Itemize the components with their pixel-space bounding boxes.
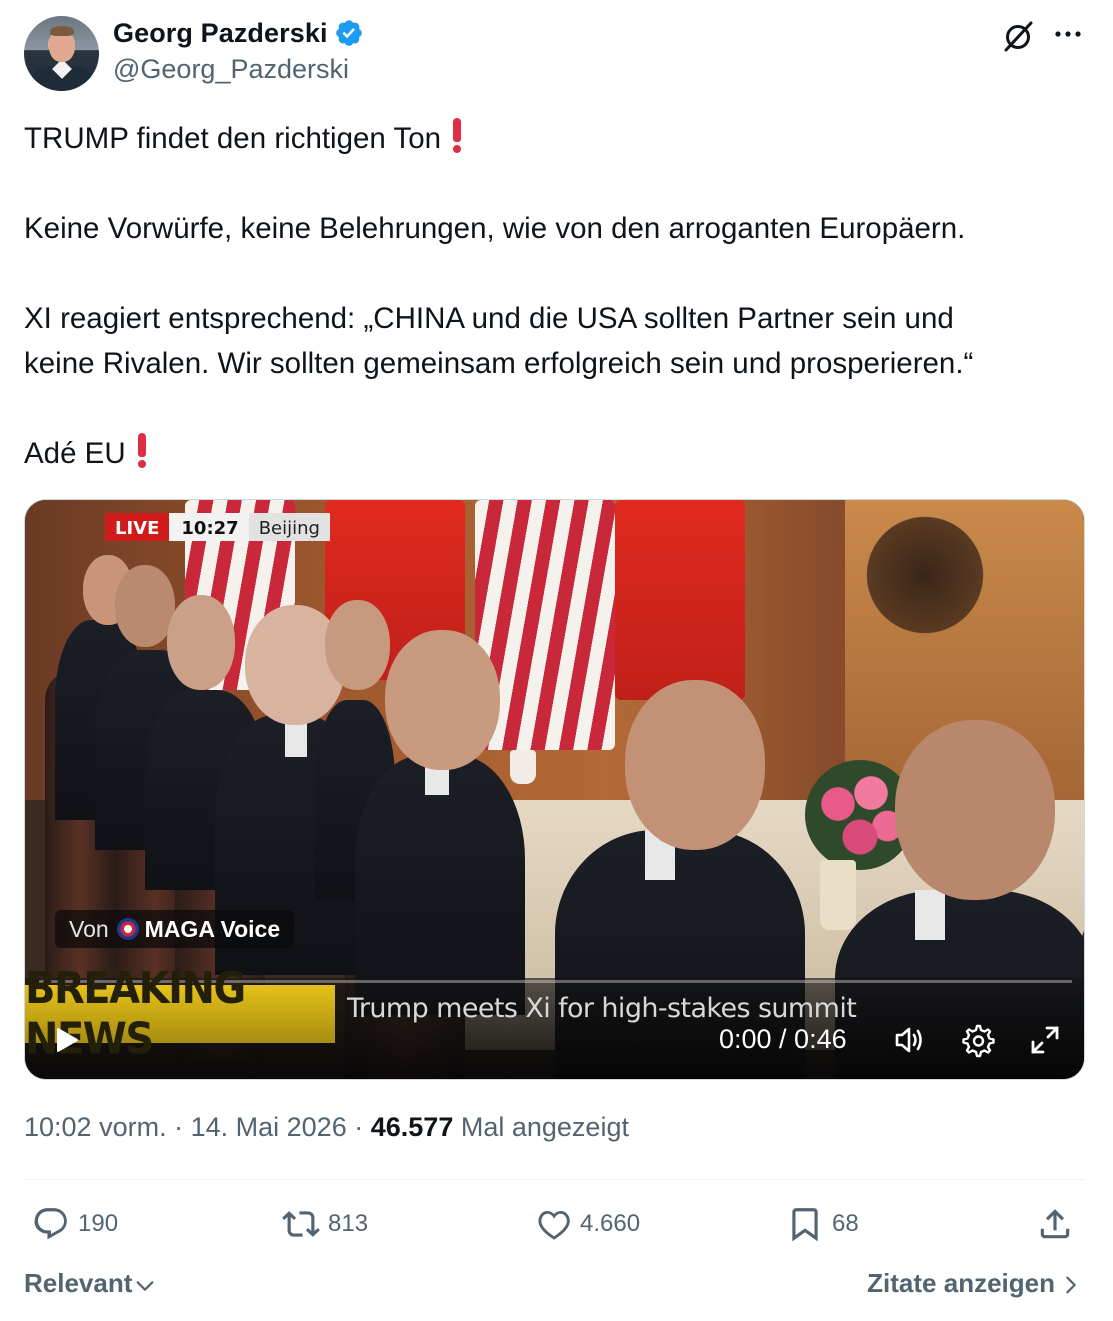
news-headline: Trump meets Xi for high-stakes summit — [347, 993, 857, 1024]
tweet-line-3: XI reagiert entsprechend: „CHINA und die… — [24, 302, 954, 335]
reply-button[interactable]: 190 — [32, 1204, 118, 1244]
volume-icon[interactable] — [891, 1022, 927, 1058]
play-icon[interactable] — [55, 1027, 79, 1053]
fullscreen-icon[interactable] — [1027, 1022, 1063, 1058]
settings-gear-icon[interactable] — [959, 1022, 995, 1058]
view-count: 46.577 — [370, 1112, 454, 1142]
video-ornament — [865, 500, 985, 650]
tweet-time[interactable]: 10:02 vorm. — [24, 1112, 167, 1142]
repost-count: 813 — [328, 1210, 369, 1237]
source-avatar-icon — [116, 918, 139, 940]
divider — [24, 1179, 1085, 1180]
tweet-line-5: Adé EU — [24, 431, 1089, 476]
bookmark-count: 68 — [832, 1210, 859, 1237]
video-time: 0:00 / 0:46 — [719, 1024, 847, 1054]
avatar-hair — [50, 26, 74, 36]
tweet-line-1: TRUMP findet den richtigen Ton — [24, 116, 1089, 161]
grok-icon[interactable] — [1000, 18, 1036, 54]
sort-dropdown[interactable]: Relevant — [24, 1268, 156, 1299]
tweet-text: TRUMP findet den richtigen Ton Keine Vor… — [24, 116, 1089, 476]
tweet-line-4: keine Rivalen. Wir sollten gemeinsam erf… — [24, 347, 974, 380]
reply-icon — [34, 1208, 67, 1240]
verified-badge-icon[interactable] — [334, 18, 364, 48]
red-exclamation-icon — [453, 118, 462, 153]
share-icon — [1040, 1209, 1070, 1239]
source-name[interactable]: MAGA Voice — [145, 916, 280, 943]
red-exclamation-icon — [137, 433, 146, 468]
video-source-chip[interactable]: Von MAGA Voice — [55, 910, 295, 948]
view-count-label: Mal angezeigt — [460, 1112, 629, 1142]
share-button[interactable] — [1036, 1204, 1082, 1244]
bookmark-icon — [792, 1208, 818, 1242]
live-label: LIVE — [105, 513, 170, 541]
heart-icon — [538, 1210, 570, 1240]
reply-count: 190 — [78, 1210, 119, 1237]
live-time: 10:27 — [169, 513, 249, 541]
quotes-label: Zitate anzeigen — [867, 1268, 1055, 1298]
meta-separator: · — [174, 1112, 184, 1142]
meta-separator: · — [354, 1112, 364, 1142]
video-jar — [820, 860, 856, 930]
author-name-row[interactable]: Georg Pazderski — [113, 16, 364, 50]
tweet-card: Georg Pazderski @Georg_Pazderski TRUMP f… — [0, 0, 1113, 1321]
repost-button[interactable]: 813 — [282, 1204, 368, 1244]
video-cup — [510, 750, 536, 784]
live-place: Beijing — [248, 513, 330, 541]
tweet-line-5-text: Adé EU — [24, 437, 126, 470]
like-count: 4.660 — [580, 1210, 641, 1237]
like-button[interactable]: 4.660 — [534, 1204, 640, 1244]
author-display-name[interactable]: Georg Pazderski — [113, 18, 328, 49]
more-icon[interactable] — [1052, 20, 1084, 52]
live-badge: LIVE 10:27 Beijing — [105, 513, 330, 541]
bookmark-button[interactable]: 68 — [786, 1204, 859, 1244]
tweet-line-1-text: TRUMP findet den richtigen Ton — [24, 122, 442, 155]
tweet-date[interactable]: 14. Mai 2026 — [191, 1112, 347, 1142]
tweet-line-2: Keine Vorwürfe, keine Belehrungen, wie v… — [24, 212, 966, 245]
sort-label: Relevant — [24, 1268, 133, 1298]
author-handle[interactable]: @Georg_Pazderski — [113, 54, 349, 85]
chevron-right-icon — [1066, 1276, 1076, 1294]
video-player[interactable]: LIVE 10:27 Beijing Von MAGA Voice BREAKI… — [24, 499, 1085, 1080]
tweet-meta: 10:02 vorm. · 14. Mai 2026 · 46.577 Mal … — [24, 1112, 629, 1143]
avatar[interactable] — [24, 16, 99, 91]
repost-icon — [282, 1211, 320, 1237]
source-prefix: Von — [69, 915, 109, 942]
view-quotes-link[interactable]: Zitate anzeigen — [867, 1268, 1081, 1299]
chevron-down-icon — [136, 1280, 154, 1291]
china-flag — [615, 500, 745, 700]
